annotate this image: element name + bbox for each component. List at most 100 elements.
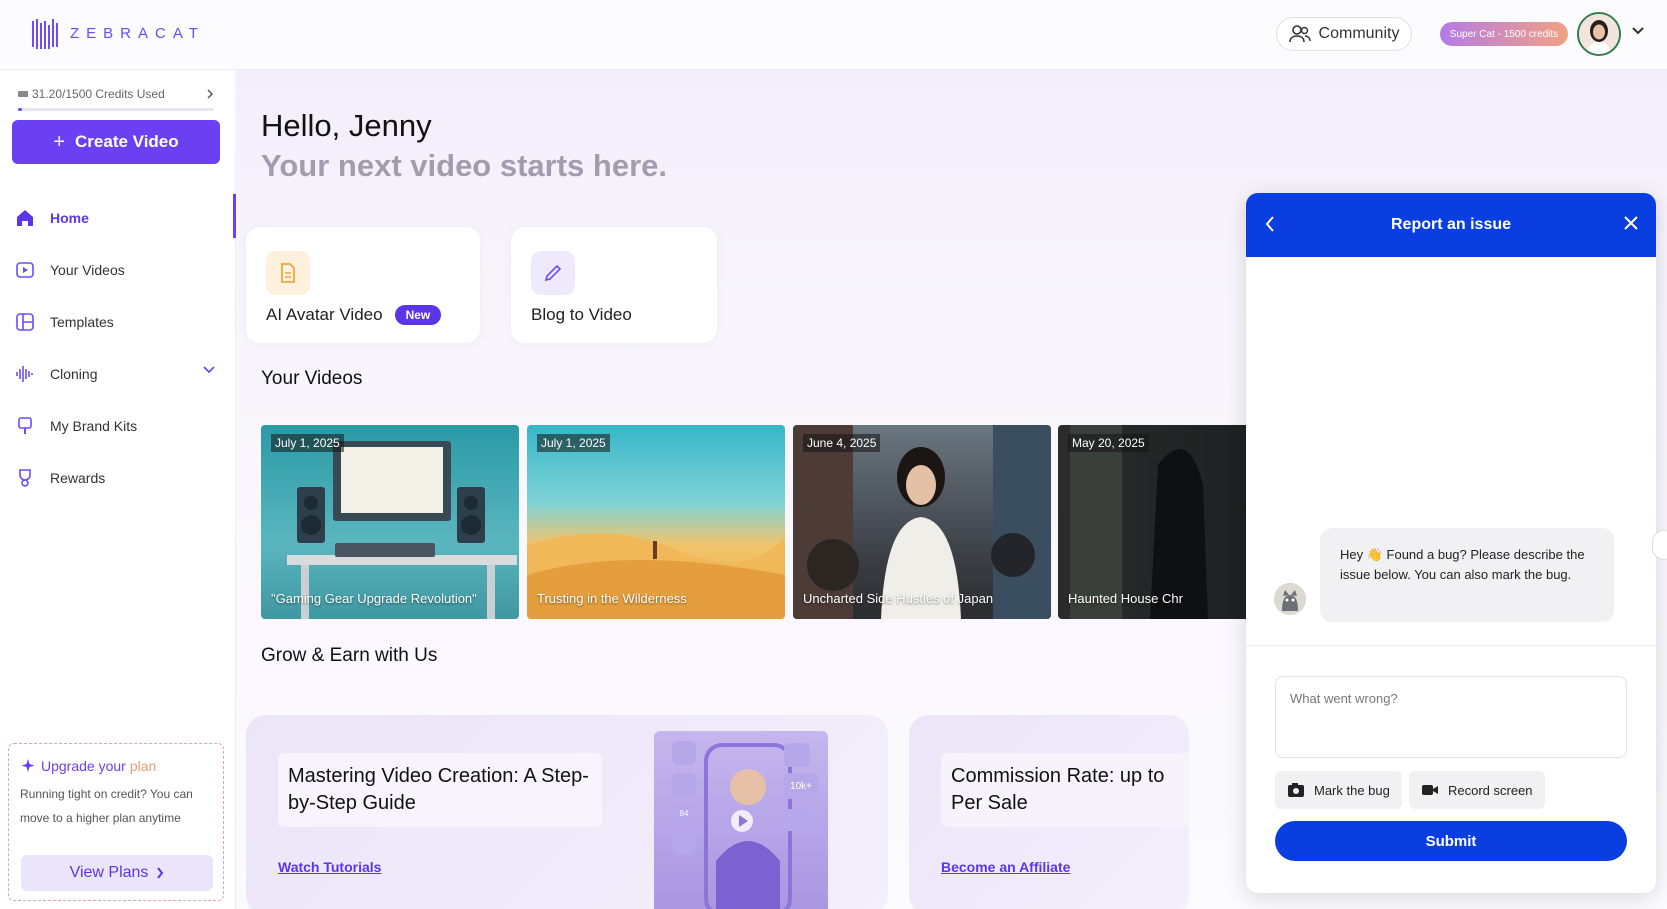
ai-avatar-video-label: AI Avatar Video bbox=[266, 305, 383, 324]
sidebar-item-label: Templates bbox=[50, 314, 114, 330]
sidebar-item-templates[interactable]: Templates bbox=[0, 296, 236, 348]
sidebar-item-cloning[interactable]: Cloning bbox=[0, 348, 236, 400]
video-card[interactable]: July 1, 2025 Trusting in the Wilderness bbox=[527, 425, 785, 619]
waveform-icon bbox=[14, 363, 36, 385]
become-affiliate-link[interactable]: Become an Affiliate bbox=[941, 859, 1070, 875]
video-date: June 4, 2025 bbox=[803, 434, 881, 452]
plus-icon: + bbox=[53, 130, 66, 153]
video-thumbnail-image bbox=[287, 441, 517, 619]
scroll-handle[interactable] bbox=[1652, 530, 1667, 560]
user-avatar[interactable] bbox=[1577, 12, 1621, 56]
videos-row: July 1, 2025 "Gaming Gear Upgrade Revolu… bbox=[261, 425, 1261, 619]
play-square-icon bbox=[14, 259, 36, 281]
video-title: Haunted House Chr bbox=[1068, 591, 1183, 606]
sidebar-item-label: Your Videos bbox=[50, 262, 125, 278]
create-video-button[interactable]: + Create Video bbox=[12, 120, 220, 164]
phone-illustration: 84 10k+ bbox=[654, 731, 828, 909]
video-title: Uncharted Side Hustles of Japan bbox=[803, 591, 994, 606]
back-arrow-icon[interactable] bbox=[1264, 215, 1276, 233]
plan-badge[interactable]: Super Cat - 1500 credits bbox=[1440, 22, 1568, 46]
report-issue-header: Report an issue bbox=[1246, 193, 1656, 257]
camera-icon bbox=[1288, 783, 1304, 797]
ai-avatar-video-card[interactable]: AI Avatar Video New bbox=[246, 227, 480, 343]
view-plans-button[interactable]: View Plans bbox=[21, 855, 213, 891]
upgrade-card: Upgrade your plan Running tight on credi… bbox=[8, 743, 224, 901]
credits-progress-bar bbox=[18, 108, 214, 111]
credits-label: 31.20/1500 Credits Used bbox=[32, 87, 165, 101]
upgrade-title-part1: Upgrade your bbox=[41, 758, 126, 774]
trophy-icon bbox=[14, 467, 36, 489]
user-avatar-image bbox=[1579, 14, 1619, 54]
record-screen-button[interactable]: Record screen bbox=[1409, 771, 1545, 809]
video-camera-icon bbox=[1422, 785, 1438, 795]
brand-kit-icon bbox=[14, 415, 36, 437]
blog-to-video-card[interactable]: Blog to Video bbox=[511, 227, 717, 343]
create-video-label: Create Video bbox=[75, 132, 179, 151]
chevron-down-icon[interactable] bbox=[1631, 26, 1645, 36]
sidebar-item-label: Cloning bbox=[50, 366, 98, 382]
new-badge: New bbox=[394, 305, 442, 325]
pencil-icon bbox=[531, 251, 575, 295]
affiliate-card-title: Commission Rate: up to Per Sale bbox=[941, 753, 1189, 827]
bot-avatar bbox=[1274, 583, 1306, 615]
your-videos-title: Your Videos bbox=[261, 368, 363, 389]
watch-tutorials-link[interactable]: Watch Tutorials bbox=[278, 859, 381, 875]
video-thumbnail-image bbox=[1070, 425, 1208, 619]
sidebar: 31.20/1500 Credits Used + Create Video H… bbox=[0, 70, 236, 909]
video-title: Trusting in the Wilderness bbox=[537, 591, 687, 606]
sidebar-item-label: Rewards bbox=[50, 470, 106, 486]
submit-button[interactable]: Submit bbox=[1275, 821, 1627, 861]
chevron-right-icon bbox=[157, 867, 164, 879]
video-date: July 1, 2025 bbox=[271, 434, 344, 452]
view-plans-label: View Plans bbox=[69, 864, 149, 881]
report-issue-panel: Report an issue Hey 👋 Found a bug? Pleas… bbox=[1246, 193, 1656, 893]
credits-usage[interactable]: 31.20/1500 Credits Used bbox=[18, 87, 214, 101]
upgrade-text: Running tight on credit? You can move to… bbox=[20, 787, 193, 825]
blog-to-video-label: Blog to Video bbox=[531, 305, 632, 324]
sidebar-item-your-videos[interactable]: Your Videos bbox=[0, 244, 236, 296]
mark-bug-label: Mark the bug bbox=[1314, 782, 1390, 798]
video-card[interactable]: July 1, 2025 "Gaming Gear Upgrade Revolu… bbox=[261, 425, 519, 619]
grow-earn-title: Grow & Earn with Us bbox=[261, 645, 438, 666]
layout-icon bbox=[14, 311, 36, 333]
video-thumbnail-image bbox=[527, 533, 785, 619]
chevron-down-icon[interactable] bbox=[202, 365, 216, 375]
home-icon bbox=[14, 207, 36, 229]
greeting: Hello, Jenny bbox=[261, 108, 432, 143]
chevron-right-icon bbox=[207, 89, 214, 99]
video-date: May 20, 2025 bbox=[1068, 434, 1149, 452]
bot-message: Hey 👋 Found a bug? Please describe the i… bbox=[1320, 528, 1614, 622]
close-icon[interactable] bbox=[1624, 216, 1638, 230]
mark-bug-button[interactable]: Mark the bug bbox=[1275, 771, 1402, 809]
sidebar-item-home[interactable]: Home bbox=[0, 192, 236, 244]
logo[interactable]: ZEBRACAT bbox=[32, 17, 205, 49]
top-bar: ZEBRACAT Community Super Cat - 1500 cred… bbox=[0, 0, 1667, 70]
video-date: July 1, 2025 bbox=[537, 434, 610, 452]
sidebar-item-rewards[interactable]: Rewards bbox=[0, 452, 236, 504]
greeting-subtitle: Your next video starts here. bbox=[261, 148, 667, 183]
cat-avatar-image bbox=[1274, 583, 1306, 615]
logo-text: ZEBRACAT bbox=[70, 24, 205, 42]
blog-to-video-label-row: Blog to Video bbox=[531, 305, 632, 325]
report-issue-title: Report an issue bbox=[1390, 216, 1512, 233]
video-card[interactable]: June 4, 2025 Uncharted Side Hustles of J… bbox=[793, 425, 1051, 619]
sidebar-item-brand-kits[interactable]: My Brand Kits bbox=[0, 400, 236, 452]
tutorial-card[interactable]: Mastering Video Creation: A Step-by-Step… bbox=[246, 715, 888, 909]
video-card[interactable]: May 20, 2025 Haunted House Chr bbox=[1058, 425, 1261, 619]
tutorial-card-title: Mastering Video Creation: A Step-by-Step… bbox=[278, 753, 602, 827]
community-button[interactable]: Community bbox=[1276, 17, 1412, 51]
users-icon bbox=[1288, 25, 1311, 43]
issue-description-input[interactable] bbox=[1275, 676, 1627, 758]
phone-stat-count: 84 bbox=[676, 805, 692, 821]
video-thumbnail-image bbox=[793, 425, 1051, 619]
sidebar-item-label: Home bbox=[50, 210, 89, 226]
affiliate-card[interactable]: Commission Rate: up to Per Sale Become a… bbox=[909, 715, 1189, 909]
upgrade-title-part2: plan bbox=[129, 758, 157, 774]
divider bbox=[1246, 645, 1656, 646]
record-screen-label: Record screen bbox=[1448, 782, 1533, 798]
video-title: "Gaming Gear Upgrade Revolution" bbox=[271, 591, 477, 606]
ai-avatar-video-label-row: AI Avatar Video New bbox=[266, 305, 442, 325]
sparkle-icon bbox=[21, 759, 35, 772]
coin-icon bbox=[18, 91, 28, 97]
sidebar-nav: Home Your Videos Templates Cloning My Br… bbox=[0, 192, 236, 504]
